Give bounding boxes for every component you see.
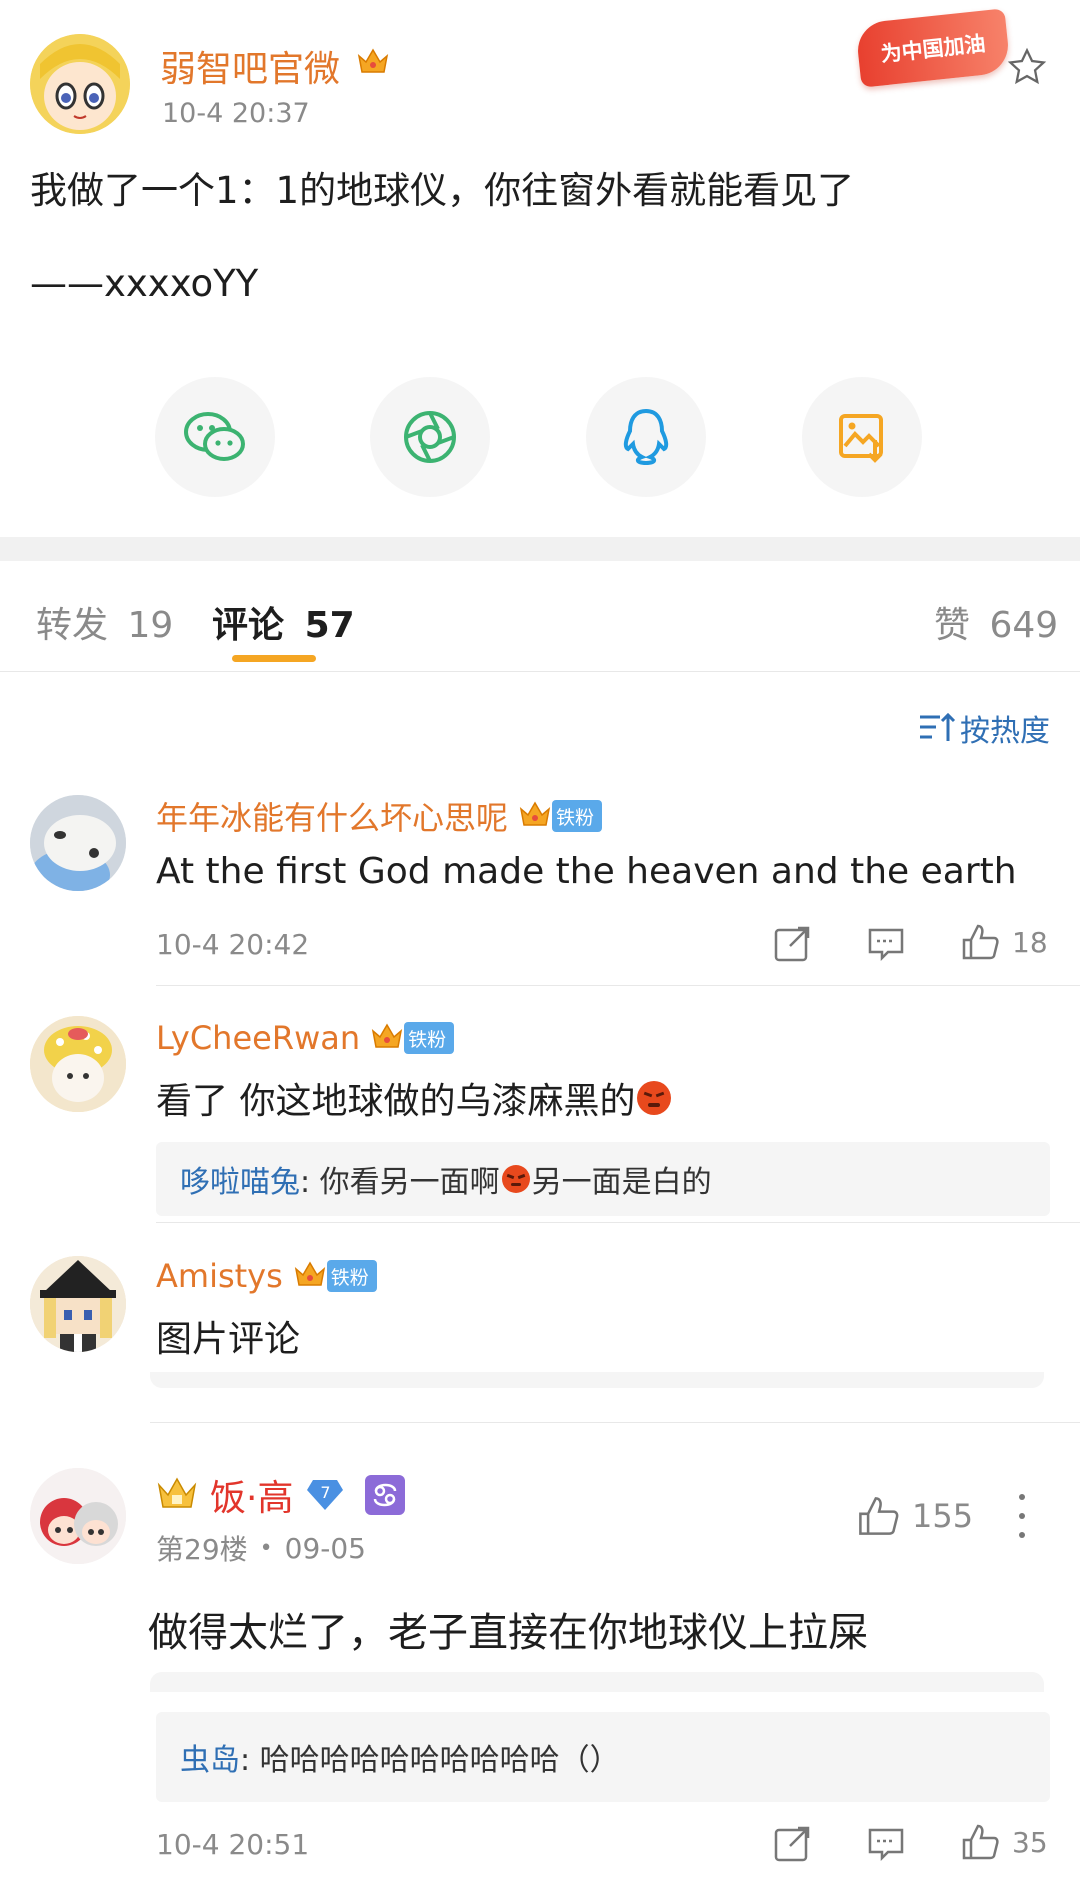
author-name[interactable]: 弱智吧官微: [160, 40, 340, 92]
cancer-zodiac-icon: [365, 1475, 406, 1515]
tab-likes[interactable]: 赞 649: [934, 596, 1058, 648]
tabs-divider: [0, 671, 1080, 672]
floor-number: 第29楼: [156, 1533, 248, 1566]
tab-repost-label: 转发: [36, 605, 109, 646]
reply-box[interactable]: 虫岛 : 哈哈哈哈哈哈哈哈哈哈（）: [156, 1712, 1050, 1802]
comment-divider: [156, 1222, 1080, 1223]
fans-badge: 铁粉: [552, 800, 603, 832]
vip-crown-icon: [356, 46, 389, 74]
thumbs-up-icon: [962, 1824, 999, 1860]
post-text-line2: ——xxxxoYY: [30, 262, 259, 305]
comment-author-name[interactable]: 饭·高: [210, 1469, 293, 1521]
tab-likes-count: 649: [989, 605, 1059, 646]
anime-duo-avatar-image: [30, 1468, 126, 1564]
comment-time: 10-4 20:51: [156, 1828, 310, 1861]
tab-active-indicator: [232, 655, 316, 662]
like-button[interactable]: 18: [960, 922, 1048, 962]
comment-text: At the first God made the heaven and the…: [156, 851, 1017, 892]
angry-emoji-icon: [501, 1165, 530, 1193]
tab-comments-label: 评论: [212, 605, 285, 646]
comment-author-name[interactable]: 年年冰能有什么坏心思呢: [156, 793, 508, 839]
like-count: 155: [912, 1497, 974, 1535]
china-banner-text: 为中国加油: [879, 31, 987, 67]
vip-crown-icon: [518, 799, 552, 833]
author-avatar-image: [30, 34, 130, 134]
comment-author-row: LyCheeRwan 铁粉: [156, 1018, 455, 1058]
comment-avatar[interactable]: [30, 1468, 126, 1564]
vip-crown-icon: [293, 1259, 327, 1293]
author-avatar[interactable]: [30, 34, 130, 134]
sort-icon: [920, 712, 956, 741]
more-options-icon[interactable]: [1018, 1494, 1026, 1538]
reply-text: : 哈哈哈哈哈哈哈哈哈哈（）: [240, 1743, 620, 1778]
share-save-image-button[interactable]: [802, 377, 922, 497]
plush-avatar-image: [30, 1016, 126, 1112]
share-qq-button[interactable]: [586, 377, 706, 497]
dot-separator: •: [259, 1535, 273, 1561]
share-moments-button[interactable]: [370, 377, 490, 497]
qq-icon: [623, 408, 669, 466]
comment-text: 看了 你这地球做的乌漆麻黑的: [156, 1081, 636, 1122]
floor-info: 第29楼 • 09-05: [156, 1528, 366, 1568]
pixel-witch-avatar-image: [30, 1256, 126, 1352]
section-divider: [0, 537, 1080, 561]
comment-avatar[interactable]: [30, 1256, 126, 1352]
vip-crown-icon: [370, 1021, 404, 1055]
comment-author-name[interactable]: LyCheeRwan: [156, 1019, 360, 1057]
fans-badge: 铁粉: [404, 1022, 455, 1054]
comment-author-name[interactable]: Amistys: [156, 1257, 283, 1295]
comment-author-row: 饭·高 7: [156, 1469, 406, 1521]
floor-date: 09-05: [284, 1531, 366, 1565]
reply-icon[interactable]: [866, 924, 906, 968]
like-count: 35: [1012, 1825, 1048, 1859]
reply-author-name[interactable]: 哆啦喵兔: [180, 1157, 300, 1201]
reply-text: : 你看另一面啊: [300, 1165, 500, 1200]
post-time: 10-4 20:37: [162, 98, 310, 129]
reply-author-name[interactable]: 虫岛: [180, 1735, 240, 1779]
comment-card-bottom-edge: [150, 1672, 1044, 1692]
save-image-icon: [839, 414, 883, 463]
repost-icon[interactable]: [772, 924, 812, 968]
share-wechat-button[interactable]: [155, 377, 275, 497]
level-number: 7: [320, 1483, 331, 1502]
like-button[interactable]: 35: [960, 1822, 1048, 1862]
level-badge: 7: [305, 1478, 345, 1512]
tab-comments-count: 57: [304, 605, 355, 646]
post-text-line1: 我做了一个1：1的地球仪，你往窗外看就能看见了: [30, 169, 855, 212]
like-button[interactable]: 155: [856, 1494, 973, 1538]
thumbs-up-icon: [962, 924, 999, 960]
tab-likes-label: 赞: [934, 605, 971, 646]
comment-author-row: Amistys 铁粉: [156, 1256, 377, 1296]
tab-repost[interactable]: 转发 19: [36, 596, 173, 648]
sort-button[interactable]: 按热度: [918, 706, 1050, 750]
comment-time: 10-4 20:42: [156, 928, 310, 961]
fans-badge: 铁粉: [326, 1260, 377, 1292]
comment-author-row: 年年冰能有什么坏心思呢 铁粉: [156, 793, 603, 839]
comment-text-row: 看了 你这地球做的乌漆麻黑的: [156, 1072, 672, 1124]
comment-divider: [150, 1422, 1080, 1423]
tab-repost-count: 19: [127, 605, 174, 646]
reply-icon[interactable]: [866, 1824, 906, 1868]
image-comment-placeholder[interactable]: [150, 1372, 1044, 1388]
reply-box[interactable]: 哆啦喵兔 : 你看另一面啊 另一面是白的: [156, 1142, 1050, 1216]
sort-label: 按热度: [960, 714, 1050, 749]
comment-avatar[interactable]: [30, 1016, 126, 1112]
wechat-icon: [184, 412, 245, 461]
reply-text-continued: 另一面是白的: [531, 1165, 712, 1200]
angry-emoji-icon: [637, 1081, 672, 1115]
comment-text: 图片评论: [156, 1319, 301, 1360]
comment-divider: [156, 985, 1080, 986]
comment-avatar[interactable]: [30, 795, 126, 891]
china-banner[interactable]: 为中国加油: [855, 8, 1011, 88]
like-count: 18: [1012, 925, 1048, 959]
dog-avatar-image: [30, 795, 126, 891]
repost-icon[interactable]: [772, 1824, 812, 1868]
favorite-star-icon[interactable]: [1006, 46, 1048, 92]
thumbs-up-icon: [859, 1497, 899, 1535]
comment-text: 做得太烂了，老子直接在你地球仪上拉屎: [148, 1610, 868, 1656]
moments-icon: [404, 411, 456, 463]
tab-comments[interactable]: 评论 57: [212, 596, 355, 648]
gold-crown-icon: [156, 1475, 198, 1515]
